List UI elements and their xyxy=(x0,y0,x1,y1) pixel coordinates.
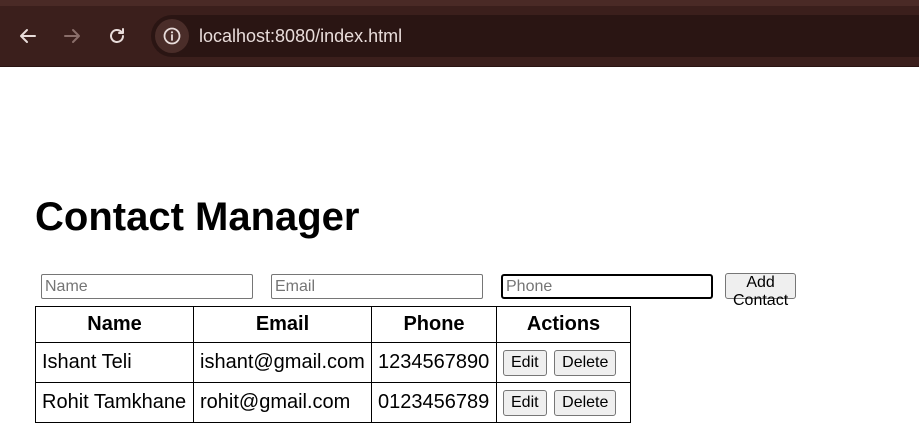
column-header-actions: Actions xyxy=(496,306,631,343)
name-input[interactable] xyxy=(41,274,253,299)
column-header-name: Name xyxy=(35,306,194,343)
edit-button[interactable]: Edit xyxy=(503,349,547,376)
url-text[interactable]: localhost:8080/index.html xyxy=(199,26,402,47)
column-header-email: Email xyxy=(193,306,372,343)
delete-button[interactable]: Delete xyxy=(554,349,617,376)
info-icon xyxy=(163,27,181,45)
forward-button[interactable] xyxy=(58,22,86,50)
contact-phone-cell: 0123456789 xyxy=(371,382,497,423)
add-contact-button[interactable]: Add Contact xyxy=(725,273,797,309)
page-title: Contact Manager xyxy=(35,195,360,239)
forward-arrow-icon xyxy=(64,29,80,43)
phone-input[interactable] xyxy=(501,274,713,299)
actions-cell: Edit Delete xyxy=(496,342,631,383)
actions-cell: Edit Delete xyxy=(496,382,631,423)
contacts-table: Name Email Phone Actions Ishant Teli ish… xyxy=(35,306,631,423)
reload-icon xyxy=(110,28,124,43)
contact-name-cell: Rohit Tamkhane xyxy=(35,382,194,423)
table-header-row: Name Email Phone Actions xyxy=(35,306,631,343)
table-row: Rohit Tamkhane rohit@gmail.com 012345678… xyxy=(35,382,631,423)
contact-phone-cell: 1234567890 xyxy=(371,342,497,383)
back-arrow-icon xyxy=(20,29,36,43)
email-input[interactable] xyxy=(271,274,483,299)
reload-button[interactable] xyxy=(103,22,131,50)
site-info-button[interactable] xyxy=(155,19,189,53)
column-header-phone: Phone xyxy=(371,306,497,343)
contact-email-cell: rohit@gmail.com xyxy=(193,382,372,423)
contact-email-cell: ishant@gmail.com xyxy=(193,342,372,383)
back-button[interactable] xyxy=(14,22,42,50)
delete-button[interactable]: Delete xyxy=(554,389,617,416)
browser-toolbar: localhost:8080/index.html xyxy=(0,0,919,67)
edit-button[interactable]: Edit xyxy=(503,389,547,416)
address-bar[interactable]: localhost:8080/index.html xyxy=(151,15,919,57)
contact-name-cell: Ishant Teli xyxy=(35,342,194,383)
tab-strip xyxy=(0,0,919,6)
table-row: Ishant Teli ishant@gmail.com 1234567890 … xyxy=(35,342,631,383)
